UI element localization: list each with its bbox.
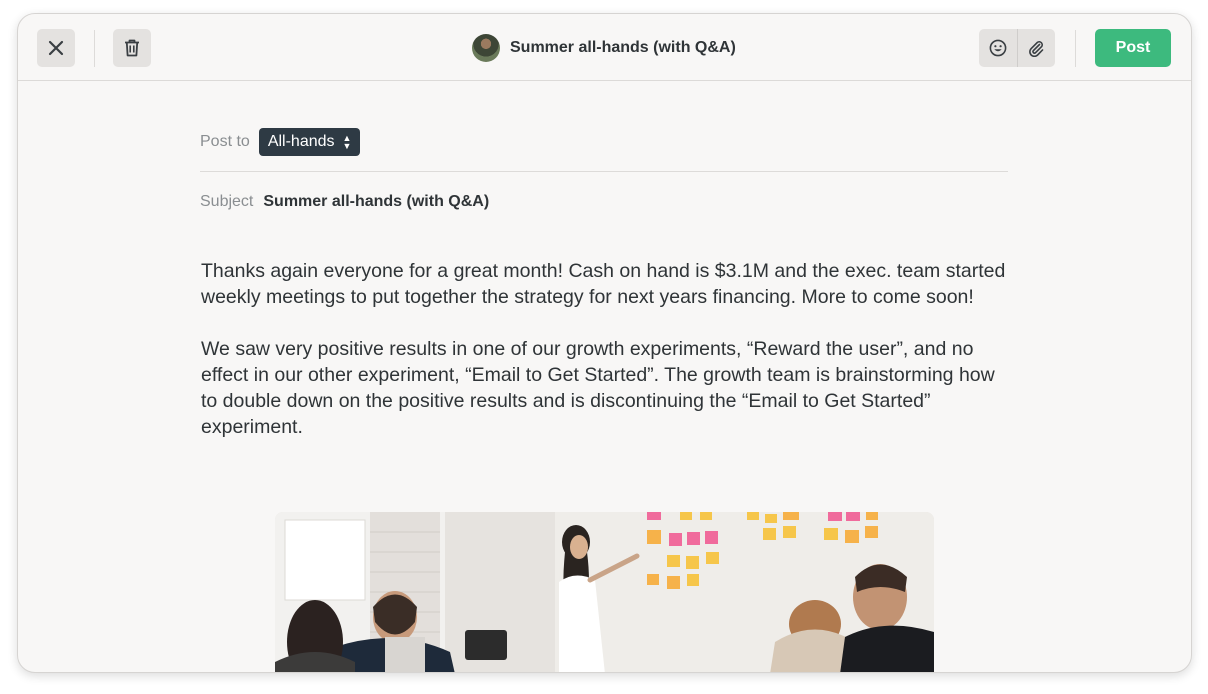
sort-arrows-icon: ▲ ▼ [342, 133, 352, 151]
close-icon [48, 40, 64, 56]
message-body-editor[interactable]: Thanks again everyone for a great month!… [201, 258, 1009, 466]
subject-row: Subject Summer all-hands (with Q&A) [200, 190, 489, 214]
subject-input[interactable]: Summer all-hands (with Q&A) [263, 193, 489, 211]
post-to-label: Post to [200, 133, 250, 150]
close-button[interactable] [37, 29, 75, 67]
paperclip-icon [1029, 41, 1044, 57]
toolbar-divider [1075, 30, 1076, 67]
field-divider [200, 171, 1008, 172]
office-meeting-photo [275, 512, 934, 672]
post-title-group: Summer all-hands (with Q&A) [472, 33, 736, 63]
attached-photo[interactable] [275, 512, 934, 672]
avatar [472, 34, 500, 62]
emoji-icon [989, 39, 1007, 57]
toolbar-divider [94, 30, 95, 67]
post-to-row: Post to All-hands ▲ ▼ [200, 127, 361, 157]
channel-select[interactable]: All-hands ▲ ▼ [258, 128, 361, 156]
attach-button[interactable] [1017, 29, 1055, 67]
channel-value: All-hands [267, 133, 335, 150]
post-button[interactable]: Post [1095, 29, 1171, 67]
body-paragraph: Thanks again everyone for a great month!… [201, 260, 1006, 308]
delete-button[interactable] [113, 29, 151, 67]
compose-post-window: Summer all-hands (with Q&A) Post Post to… [17, 13, 1192, 673]
emoji-button[interactable] [979, 29, 1017, 67]
post-title: Summer all-hands (with Q&A) [510, 39, 736, 56]
body-paragraph: We saw very positive results in one of o… [201, 338, 995, 438]
toolbar: Summer all-hands (with Q&A) Post [18, 14, 1191, 81]
insert-controls [979, 29, 1055, 67]
subject-label: Subject [200, 193, 254, 210]
trash-icon [125, 39, 139, 57]
